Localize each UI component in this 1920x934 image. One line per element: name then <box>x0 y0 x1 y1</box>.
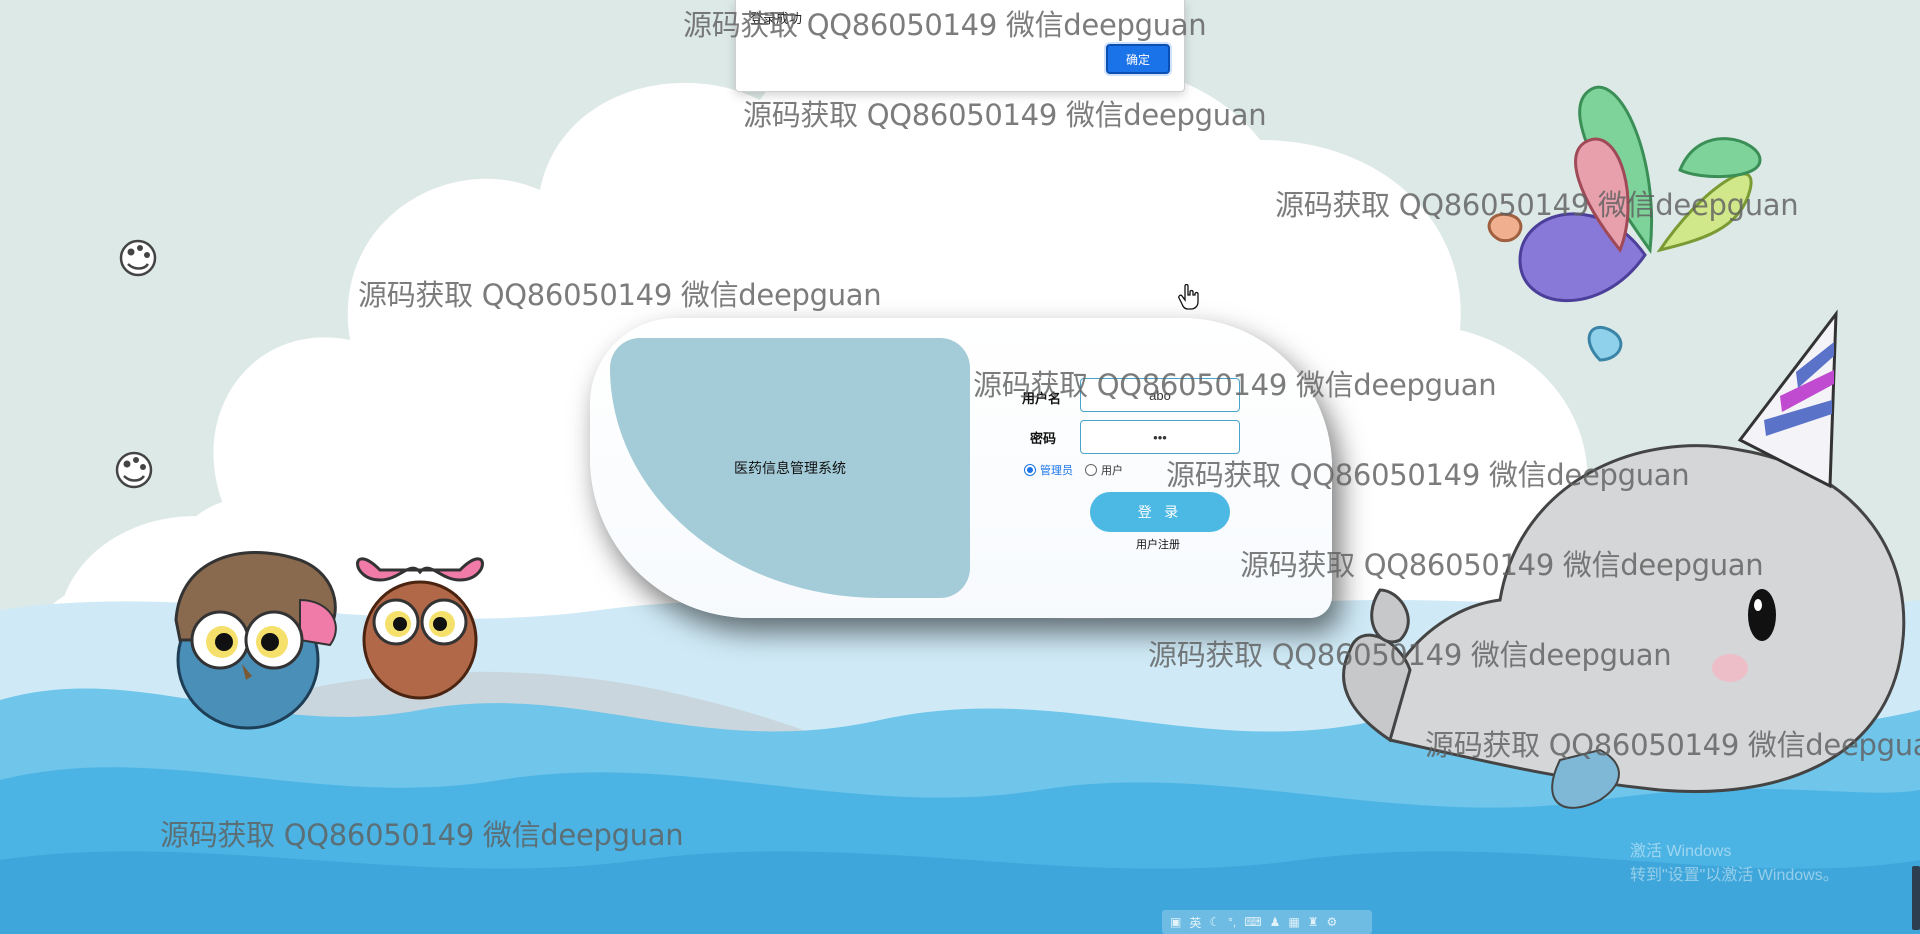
watermark: 源码获取 QQ86050149 微信deepguan <box>973 368 1497 402</box>
windows-activation-line2: 转到"设置"以激活 Windows。 <box>1630 867 1839 884</box>
watermark: 源码获取 QQ86050149 微信deepguan <box>1166 458 1690 492</box>
windows-activation-watermark: 激活 Windows 转到"设置"以激活 Windows。 <box>1630 840 1839 888</box>
role-selector: 管理员 用户 <box>1024 462 1123 478</box>
radio-admin[interactable] <box>1024 464 1036 476</box>
watermark: 源码获取 QQ86050149 微信deepguan <box>1148 638 1672 672</box>
radio-user-label[interactable]: 用户 <box>1101 462 1123 478</box>
gear-icon[interactable]: ⚙ <box>1326 915 1337 929</box>
password-input[interactable] <box>1080 420 1240 454</box>
hand-cursor-icon <box>1178 284 1199 310</box>
system-title-panel: 医药信息管理系统 <box>610 338 970 598</box>
ime-logo-icon[interactable]: ▣ <box>1170 915 1181 929</box>
watermark: 源码获取 QQ86050149 微信deepguan <box>683 8 1207 42</box>
user-icon[interactable]: ♟ <box>1270 915 1281 929</box>
login-button[interactable]: 登 录 <box>1090 492 1230 532</box>
keyboard-icon[interactable]: ⌨ <box>1244 915 1261 929</box>
confirm-button[interactable]: 确定 <box>1106 44 1170 74</box>
register-link[interactable]: 用户注册 <box>1136 536 1180 552</box>
system-title: 医药信息管理系统 <box>734 461 846 477</box>
watermark: 源码获取 QQ86050149 微信deepguan <box>1275 188 1799 222</box>
grid-icon[interactable]: ▦ <box>1288 915 1299 929</box>
watermark: 源码获取 QQ86050149 微信deepguan <box>358 278 882 312</box>
shirt-icon[interactable]: ♜ <box>1308 915 1319 929</box>
radio-admin-label[interactable]: 管理员 <box>1040 462 1073 478</box>
scrollbar-handle[interactable] <box>1912 866 1920 930</box>
radio-user[interactable] <box>1085 464 1097 476</box>
watermark: 源码获取 QQ86050149 微信deepguan <box>160 818 684 852</box>
ime-mode-label[interactable]: 英 <box>1189 914 1201 931</box>
password-label: 密码 <box>1030 432 1057 447</box>
windows-activation-line1: 激活 Windows <box>1630 843 1732 860</box>
palette-icon <box>119 239 157 277</box>
watermark: 源码获取 QQ86050149 微信deepguan <box>1425 728 1920 762</box>
moon-icon[interactable]: ☾ <box>1209 915 1220 929</box>
ime-toolbar[interactable]: ▣ 英 ☾ °, ⌨ ♟ ▦ ♜ ⚙ <box>1162 910 1372 934</box>
watermark: 源码获取 QQ86050149 微信deepguan <box>1240 548 1764 582</box>
punctuation-icon[interactable]: °, <box>1228 915 1236 929</box>
watermark: 源码获取 QQ86050149 微信deepguan <box>743 98 1267 132</box>
palette-icon <box>115 451 153 489</box>
